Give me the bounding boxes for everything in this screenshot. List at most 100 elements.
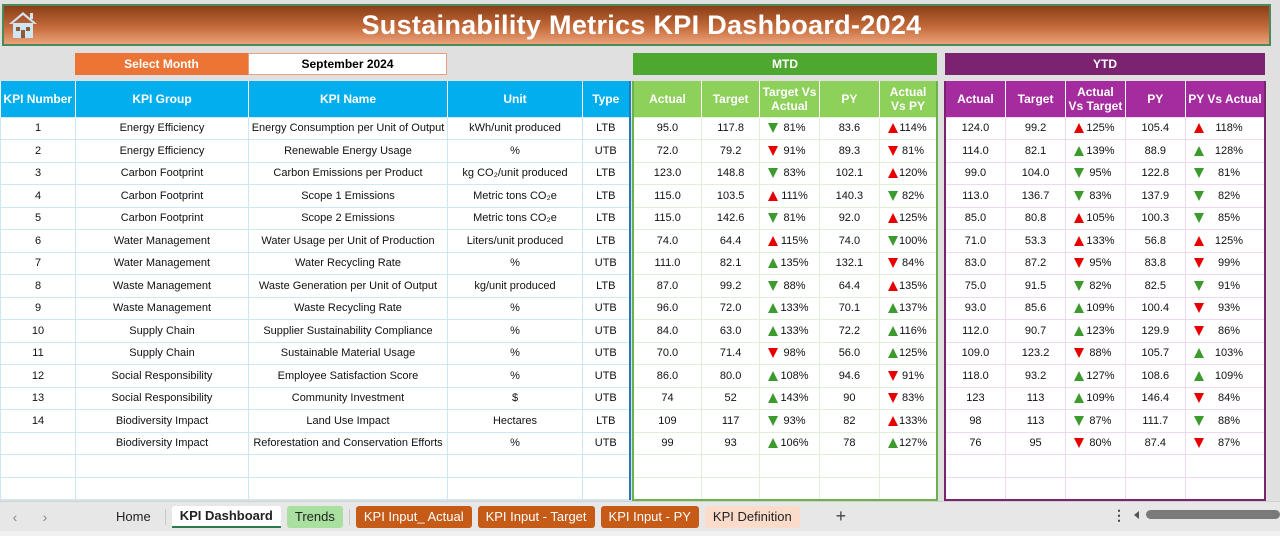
ytd-actual-vs-target-indicator: 127% — [1068, 370, 1122, 382]
empty-cell[interactable] — [582, 454, 630, 478]
mtd-target: 80.0 — [700, 364, 761, 388]
empty-cell[interactable] — [1184, 454, 1266, 478]
ytd-target: 80.8 — [1004, 206, 1067, 230]
mtd-target-vs-actual-percent: 98% — [783, 347, 806, 360]
mtd-row: 72.0 79.2 91% 89.3 81% — [632, 139, 938, 163]
prev-sheet-button[interactable]: ‹ — [0, 509, 30, 525]
kpi-group: Energy Efficiency — [75, 139, 249, 163]
ytd-actual-vs-target-indicator: 87% — [1068, 415, 1122, 427]
ytd-actual-vs-target-percent: 133% — [1086, 234, 1115, 247]
empty-cell[interactable] — [1184, 476, 1266, 500]
mtd-py: 72.2 — [818, 319, 881, 343]
ytd-actual-vs-target-indicator: 139% — [1068, 145, 1122, 157]
empty-cell[interactable] — [1004, 476, 1067, 500]
empty-cell[interactable] — [632, 454, 702, 478]
empty-cell[interactable] — [879, 454, 938, 478]
mtd-actual-vs-py-indicator: 133% — [882, 415, 934, 427]
mtd-target-vs-actual-percent: 108% — [780, 369, 809, 382]
triangle-down-icon — [1193, 190, 1204, 201]
mtd-target-vs-actual-indicator: 143% — [762, 392, 816, 404]
ytd-py-vs-actual-indicator: 99% — [1188, 257, 1262, 269]
ytd-actual-vs-target-percent: 109% — [1086, 392, 1115, 405]
kpi-type: UTB — [582, 139, 630, 163]
mtd-target-vs-actual-percent: 135% — [780, 257, 809, 270]
ytd-row: 114.0 82.1 139% 88.9 128% — [944, 139, 1266, 163]
empty-cell[interactable] — [1065, 476, 1126, 500]
sheet-tab-home[interactable]: Home — [108, 506, 159, 528]
month-dropdown[interactable]: September 2024 — [248, 53, 447, 75]
empty-cell[interactable] — [248, 454, 448, 478]
empty-cell[interactable] — [75, 454, 249, 478]
mtd-target-vs-actual-percent: 133% — [780, 324, 809, 337]
ytd-actual-vs-target-indicator: 88% — [1068, 347, 1122, 359]
add-sheet-button[interactable]: + — [836, 506, 847, 527]
empty-cell[interactable] — [75, 476, 249, 500]
ytd-actual: 71.0 — [944, 229, 1006, 253]
empty-cell[interactable] — [632, 476, 702, 500]
kpi-group: Water Management — [75, 251, 249, 275]
ytd-actual-vs-target-percent: 109% — [1086, 302, 1115, 315]
mtd-actual-vs-py: 91% — [879, 364, 938, 388]
ytd-py-vs-actual: 81% — [1184, 161, 1266, 185]
kpi-type: LTB — [582, 206, 630, 230]
empty-cell[interactable] — [1124, 476, 1186, 500]
ytd-col-header: Actual — [945, 81, 1006, 117]
ytd-actual-vs-target-percent: 123% — [1086, 324, 1115, 337]
triangle-down-icon — [1074, 415, 1085, 426]
sheet-tab-kpi-dashboard[interactable]: KPI Dashboard — [171, 505, 281, 528]
mtd-actual: 86.0 — [632, 364, 702, 388]
ytd-actual: 114.0 — [944, 139, 1006, 163]
sheet-tab-kpi-input-actual[interactable]: KPI Input_ Actual — [355, 505, 472, 528]
home-icon[interactable] — [6, 8, 40, 42]
sheet-tab-kpi-input-target[interactable]: KPI Input - Target — [477, 505, 595, 528]
empty-cell[interactable] — [700, 454, 761, 478]
next-sheet-button[interactable]: › — [30, 509, 60, 525]
empty-cell[interactable] — [759, 476, 820, 500]
ytd-actual-vs-target: 139% — [1065, 139, 1126, 163]
triangle-down-icon — [1074, 438, 1085, 449]
empty-cell[interactable] — [1124, 454, 1186, 478]
empty-cell[interactable] — [818, 476, 881, 500]
ytd-row: 83.0 87.2 95% 83.8 99% — [944, 251, 1266, 275]
empty-row — [632, 454, 938, 478]
title-banner: Sustainability Metrics KPI Dashboard-202… — [2, 4, 1271, 46]
ytd-py: 108.6 — [1124, 364, 1186, 388]
sheet-tab-kpi-input-py[interactable]: KPI Input - PY — [600, 505, 699, 528]
kpi-group: Carbon Footprint — [75, 184, 249, 208]
sheet-tab-trends[interactable]: Trends — [286, 505, 343, 528]
empty-cell[interactable] — [0, 476, 76, 500]
empty-cell[interactable] — [447, 454, 583, 478]
empty-cell[interactable] — [759, 454, 820, 478]
empty-cell[interactable] — [0, 454, 76, 478]
kpi-number: 9 — [0, 296, 76, 320]
mtd-actual-vs-py-indicator: 81% — [882, 145, 934, 157]
kpi-row: 3 Carbon Footprint Carbon Emissions per Pr… — [0, 161, 630, 185]
kpi-name: Employee Satisfaction Score — [248, 364, 448, 388]
empty-cell[interactable] — [582, 476, 630, 500]
empty-cell[interactable] — [248, 476, 448, 500]
ytd-py: 129.9 — [1124, 319, 1186, 343]
triangle-up-icon — [1074, 393, 1085, 404]
empty-cell[interactable] — [1004, 454, 1067, 478]
sheet-tab-kpi-definition[interactable]: KPI Definition — [704, 505, 800, 528]
kpi-name: Water Usage per Unit of Production — [248, 229, 448, 253]
empty-cell[interactable] — [818, 454, 881, 478]
ytd-py-vs-actual-percent: 128% — [1214, 144, 1244, 157]
empty-cell[interactable] — [700, 476, 761, 500]
kpi-name: Sustainable Material Usage — [248, 341, 448, 365]
empty-cell[interactable] — [447, 476, 583, 500]
empty-cell[interactable] — [944, 476, 1006, 500]
more-options-icon[interactable]: ⋮ — [1112, 507, 1126, 524]
scroll-left-icon[interactable] — [1134, 511, 1139, 519]
horizontal-scrollbar[interactable] — [1134, 509, 1280, 521]
empty-cell[interactable] — [944, 454, 1006, 478]
scrollbar-thumb[interactable] — [1146, 510, 1280, 519]
empty-cell[interactable] — [1065, 454, 1126, 478]
empty-cell[interactable] — [879, 476, 938, 500]
kpi-row: 9 Waste Management Waste Recycling Rate% UT… — [0, 296, 630, 320]
mtd-py: 102.1 — [818, 161, 881, 185]
mtd-actual-vs-py-percent: 137% — [898, 302, 928, 315]
ytd-py-vs-actual-percent: 88% — [1217, 414, 1240, 427]
ytd-py-vs-actual: 125% — [1184, 229, 1266, 253]
ytd-actual-vs-target-percent: 80% — [1089, 437, 1112, 450]
